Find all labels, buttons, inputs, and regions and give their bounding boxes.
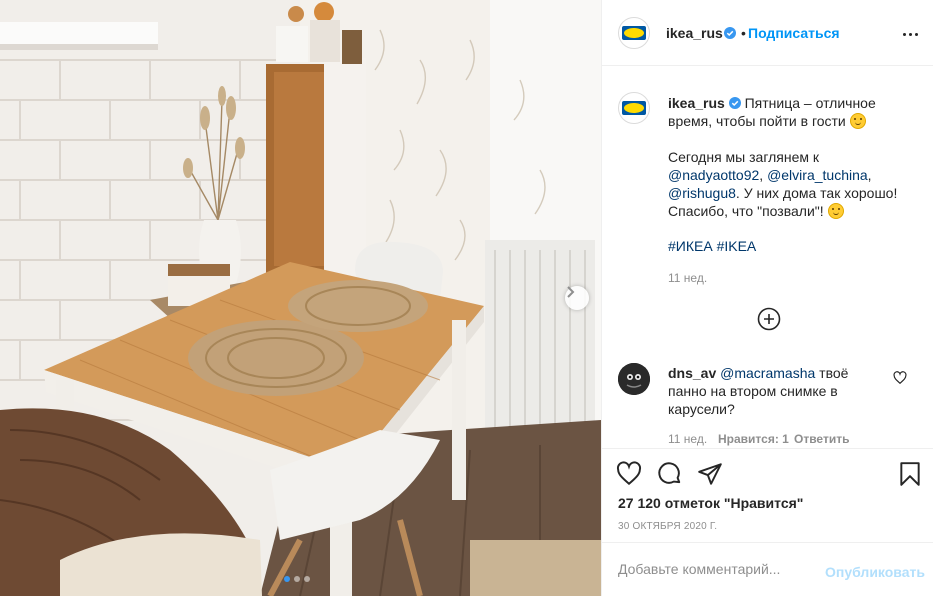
mention-link[interactable]: @nadyaotto92 [668,167,759,183]
caption-text: Сегодня мы заглянем к [668,149,820,165]
caption-line-2: время, чтобы пойти в гости [668,112,866,130]
caption-line-3: Сегодня мы заглянем к [668,148,819,166]
caption-text: Спасибо, что "позвали"! [668,203,824,219]
caption-text: . У них дома так хорошо! [735,185,898,201]
chevron-right-icon [567,286,575,298]
post-header: ikea_rus • Подписаться [602,0,933,66]
carousel-dot-2 [294,576,300,582]
comment-composer: Опубликовать [602,542,933,596]
caption-line-4: @nadyaotto92, @elvira_tuchina, [668,166,872,184]
caption-username[interactable]: ikea_rus [668,95,725,111]
mention-link[interactable]: @elvira_tuchina [767,167,868,183]
comment-input[interactable] [618,561,808,577]
hashtags: #ИКЕА #IKEA [668,237,756,255]
comma: , [867,167,872,183]
caption-avatar[interactable] [618,92,650,124]
likes-count[interactable]: 27 120 отметок "Нравится" [618,495,803,511]
caption-line-6: Спасибо, что "позвали"! [668,202,844,220]
comment-text: карусели? [668,401,735,417]
carousel-dot-1 [284,576,290,582]
comment-like-heart-icon[interactable] [893,371,907,385]
comment-likes-count[interactable]: Нравится: 1 [718,432,789,446]
mention-link[interactable]: @rishugu8 [668,185,736,201]
verified-badge-icon [724,27,736,39]
comment-username[interactable]: dns_av [668,365,716,381]
avatar-image [618,363,650,395]
follow-button[interactable]: Подписаться [748,25,840,41]
comment-text: твоё [819,365,849,381]
ikea-logo [622,26,646,40]
comment-line-3: карусели? [668,400,735,418]
comma: , [759,167,764,183]
carousel-next-button[interactable] [565,286,589,310]
header-separator: • [741,25,746,41]
carousel-indicator [284,576,310,582]
caption-text: время, чтобы пойти в гости [668,113,846,129]
post-photo[interactable] [0,0,601,596]
post-side-panel: ikea_rus • Подписаться ikea_rus Пятница … [601,0,933,596]
comment-reply-button[interactable]: Ответить [794,432,849,446]
caption-line-5: @rishugu8. У них дома так хорошо! [668,184,897,202]
account-username[interactable]: ikea_rus [666,25,723,41]
comment-line-1: dns_av @macramasha твоё [668,364,848,382]
bookmark-icon[interactable] [897,461,923,487]
ikea-logo [622,101,646,115]
comment-line-2: панно на втором снимке в [668,382,838,400]
caption-line-1: ikea_rus Пятница – отличное [668,94,876,112]
post-date[interactable]: 30 ОКТЯБРЯ 2020 Г. [618,521,717,532]
publish-button[interactable]: Опубликовать [825,564,925,580]
caption-timestamp[interactable]: 11 нед. [668,271,707,285]
verified-badge-icon [728,97,741,109]
hashtag-link[interactable]: #IKEA [717,238,757,254]
hashtag-link[interactable]: #ИКЕА [668,238,713,254]
post-photo-illustration [0,0,601,596]
smile-emoji-icon [849,113,866,129]
heart-icon[interactable] [616,461,642,487]
plus-circle-icon[interactable] [757,307,781,331]
account-avatar[interactable] [618,17,650,49]
carousel-dot-3 [304,576,310,582]
smile-emoji-icon [827,203,844,219]
caption-text: Пятница – отличное [744,95,876,111]
comment-timestamp[interactable]: 11 нед. [668,432,707,446]
mention-link[interactable]: @macramasha [720,365,815,381]
comment-text: панно на втором снимке в [668,383,838,399]
more-options-icon[interactable] [903,26,923,42]
comment-bubble-icon[interactable] [657,461,683,487]
comment-avatar[interactable] [618,363,650,395]
paper-plane-icon[interactable] [697,461,723,487]
